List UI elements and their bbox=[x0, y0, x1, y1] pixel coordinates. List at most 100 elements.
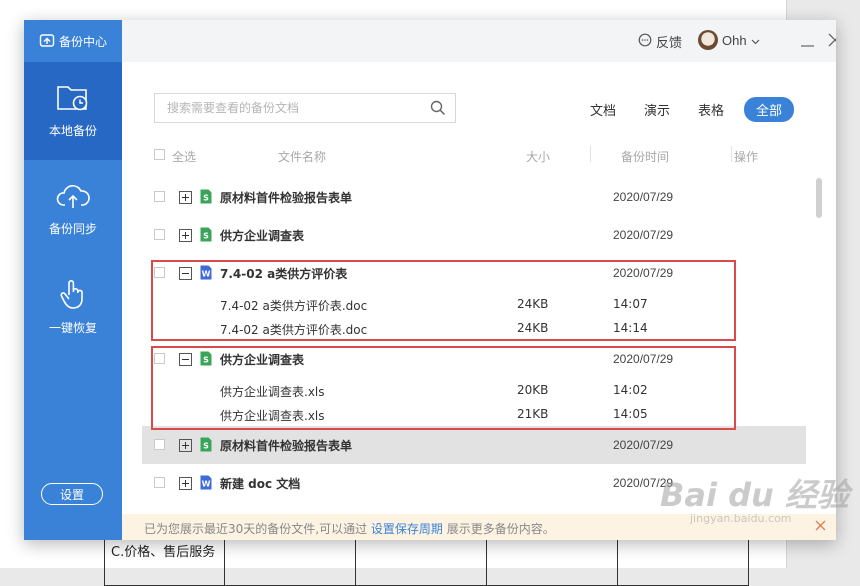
expand-icon[interactable] bbox=[179, 229, 192, 242]
search-icon[interactable] bbox=[430, 100, 446, 121]
row-name: 供方企业调查表 bbox=[220, 229, 305, 243]
row-checkbox[interactable] bbox=[154, 477, 165, 488]
expand-icon[interactable] bbox=[179, 477, 192, 490]
column-header-size: 大小 bbox=[526, 150, 551, 164]
type-filters: 文档 演示 表格 全部 bbox=[590, 96, 795, 122]
expand-icon[interactable] bbox=[179, 191, 192, 204]
row-date: 2020/07/29 bbox=[613, 190, 674, 204]
footer-text: 展示更多备份内容。 bbox=[442, 522, 555, 536]
background-table-cell: C.价格、售后服务 bbox=[104, 536, 225, 586]
footer-message: 已为您展示最近30天的备份文件,可以通过 设置保存周期 展示更多备份内容。 bbox=[144, 520, 555, 537]
cloud-upload-icon bbox=[56, 181, 90, 220]
user-menu[interactable]: Ohh bbox=[698, 30, 760, 50]
sidebar-item-backup-sync[interactable]: 备份同步 bbox=[24, 160, 122, 258]
svg-text:S: S bbox=[203, 232, 209, 241]
svg-text:W: W bbox=[202, 480, 211, 489]
brand-title: 备份中心 bbox=[58, 34, 107, 49]
sidebar-item-one-click-restore[interactable]: 一键恢复 bbox=[24, 258, 122, 356]
sidebar-item-label: 一键恢复 bbox=[48, 321, 97, 335]
row-checkbox[interactable] bbox=[154, 191, 165, 202]
filter-all[interactable]: 全部 bbox=[744, 96, 795, 122]
filter-documents[interactable]: 文档 bbox=[590, 100, 616, 119]
background-table: C.价格、售后服务 bbox=[104, 536, 749, 586]
version-time: 14:02 bbox=[613, 383, 648, 397]
sidebar-item-label: 备份同步 bbox=[48, 222, 97, 236]
row-name: 供方企业调查表 bbox=[220, 353, 305, 367]
retention-settings-link[interactable]: 设置保存周期 bbox=[371, 522, 443, 536]
row-name: 原材料首件检验报告表单 bbox=[220, 191, 353, 205]
filter-spreadsheets[interactable]: 表格 bbox=[698, 100, 724, 119]
chat-bubble-icon bbox=[638, 33, 656, 51]
version-name: 供方企业调查表.xls bbox=[220, 385, 325, 399]
version-size: 24KB bbox=[517, 321, 549, 335]
row-name: 7.4-02 a类供方评价表 bbox=[220, 267, 348, 281]
username: Ohh bbox=[722, 32, 747, 48]
row-date: 2020/07/29 bbox=[613, 352, 674, 366]
select-all-checkbox[interactable] bbox=[154, 149, 165, 163]
version-time: 14:07 bbox=[613, 297, 648, 311]
svg-text:S: S bbox=[203, 194, 209, 203]
sidebar-item-label: 本地备份 bbox=[48, 124, 97, 138]
sidebar: 备份中心 本地备份 备份同步 一键恢复 设置 bbox=[24, 20, 122, 540]
close-icon bbox=[828, 33, 836, 51]
background-table-cell bbox=[224, 536, 356, 586]
scrollbar-thumb[interactable] bbox=[816, 178, 822, 218]
table-row[interactable]: W 新建 doc 文档 2020/07/29 bbox=[142, 464, 806, 502]
row-date: 2020/07/29 bbox=[613, 266, 674, 280]
column-header-action: 操作 bbox=[734, 150, 759, 164]
backup-version-row[interactable]: 供方企业调查表.xls 20KB 14:02 bbox=[142, 378, 806, 402]
settings-button[interactable]: 设置 bbox=[41, 483, 103, 505]
version-time: 14:14 bbox=[613, 321, 648, 335]
folder-clock-icon bbox=[56, 83, 90, 122]
backup-version-row[interactable]: 7.4-02 a类供方评价表.doc 24KB 14:14 bbox=[142, 316, 806, 340]
close-notice-icon[interactable] bbox=[815, 520, 826, 534]
row-checkbox[interactable] bbox=[154, 267, 165, 278]
version-size: 24KB bbox=[517, 297, 549, 311]
row-name: 原材料首件检验报告表单 bbox=[220, 439, 353, 453]
backup-version-row[interactable]: 供方企业调查表.xls 21KB 14:05 bbox=[142, 402, 806, 426]
background-table-cell bbox=[486, 536, 618, 586]
minimize-button[interactable] bbox=[800, 34, 815, 53]
document-file-icon: W bbox=[200, 265, 212, 283]
svg-text:W: W bbox=[202, 270, 211, 279]
table-row[interactable]: S 供方企业调查表 2020/07/29 bbox=[142, 340, 806, 378]
backup-logo-icon bbox=[39, 32, 59, 51]
row-checkbox[interactable] bbox=[154, 353, 165, 364]
expand-icon[interactable] bbox=[179, 439, 192, 452]
collapse-icon[interactable] bbox=[179, 353, 192, 366]
close-button[interactable] bbox=[828, 33, 836, 52]
row-checkbox[interactable] bbox=[154, 439, 165, 450]
table-row[interactable]: S 原材料首件检验报告表单 2020/07/29 bbox=[142, 426, 806, 464]
backup-center-dialog: 备份中心 本地备份 备份同步 一键恢复 设置 反馈 Ohh 搜索需要查看的备份文… bbox=[24, 20, 836, 540]
backup-version-row[interactable]: 7.4-02 a类供方评价表.doc 24KB 14:07 bbox=[142, 292, 806, 316]
spreadsheet-file-icon: S bbox=[200, 351, 212, 369]
sidebar-item-local-backup[interactable]: 本地备份 bbox=[24, 62, 122, 160]
collapse-icon[interactable] bbox=[179, 267, 192, 280]
version-name: 供方企业调查表.xls bbox=[220, 409, 325, 423]
search-box bbox=[154, 93, 456, 123]
row-date: 2020/07/29 bbox=[613, 438, 674, 452]
row-checkbox[interactable] bbox=[154, 229, 165, 240]
column-header-time: 备份时间 bbox=[621, 150, 670, 164]
row-date: 2020/07/29 bbox=[613, 476, 674, 490]
version-name: 7.4-02 a类供方评价表.doc bbox=[220, 299, 368, 313]
backup-file-list: S 原材料首件检验报告表单 2020/07/29 S 供方企业调查表 2020/… bbox=[142, 178, 806, 514]
version-size: 20KB bbox=[517, 383, 549, 397]
search-input[interactable] bbox=[155, 94, 439, 122]
document-file-icon: W bbox=[200, 475, 212, 493]
spreadsheet-file-icon: S bbox=[200, 437, 212, 455]
select-all-label: 全选 bbox=[172, 150, 197, 164]
row-name: 新建 doc 文档 bbox=[220, 477, 301, 491]
footer-notice: 已为您展示最近30天的备份文件,可以通过 设置保存周期 展示更多备份内容。 bbox=[122, 514, 836, 540]
table-row[interactable]: W 7.4-02 a类供方评价表 2020/07/29 bbox=[142, 254, 806, 292]
chevron-down-icon bbox=[751, 33, 760, 48]
title-bar: 反馈 Ohh bbox=[122, 20, 836, 62]
background-table-cell bbox=[617, 536, 749, 586]
filter-presentations[interactable]: 演示 bbox=[644, 100, 670, 119]
avatar bbox=[698, 30, 718, 50]
feedback-button[interactable]: 反馈 bbox=[638, 32, 682, 51]
table-row[interactable]: S 原材料首件检验报告表单 2020/07/29 bbox=[142, 178, 806, 216]
spreadsheet-file-icon: S bbox=[200, 227, 212, 245]
svg-text:S: S bbox=[203, 356, 209, 365]
table-row[interactable]: S 供方企业调查表 2020/07/29 bbox=[142, 216, 806, 254]
